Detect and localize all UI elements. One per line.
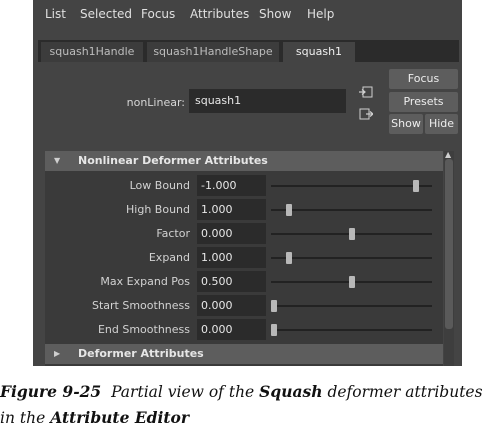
menu-focus[interactable]: Focus: [141, 7, 175, 21]
attr-label: End Smoothness: [97, 323, 190, 336]
attr-value-field[interactable]: 0.500: [197, 271, 266, 292]
attr-label: Low Bound: [129, 179, 190, 192]
tab-squash1[interactable]: squash1: [283, 42, 355, 62]
attr-row-end-smoothness: End Smoothness 0.000: [45, 319, 443, 341]
attr-slider[interactable]: [271, 329, 432, 331]
attr-value-field[interactable]: 1.000: [197, 199, 266, 220]
section-nonlinear-deformer-attributes[interactable]: ▼ Nonlinear Deformer Attributes: [45, 151, 443, 171]
figure-number: Figure 9-25: [0, 382, 102, 401]
attr-row-factor: Factor 0.000: [45, 223, 443, 245]
caption-text-1: Partial view of the: [111, 383, 260, 401]
slider-handle[interactable]: [412, 180, 419, 192]
menu-help[interactable]: Help: [307, 7, 334, 21]
collapse-arrow-icon: ▼: [54, 156, 61, 165]
slider-handle[interactable]: [285, 252, 292, 264]
attr-row-max-expand-pos: Max Expand Pos 0.500: [45, 271, 443, 293]
attr-label: Max Expand Pos: [100, 275, 190, 288]
tab-squash1handleshape[interactable]: squash1HandleShape: [147, 42, 279, 62]
figure-caption: Figure 9-25 Partial view of the Squash d…: [0, 379, 497, 431]
attr-slider[interactable]: [271, 209, 432, 211]
attribute-panel: ▼ Nonlinear Deformer Attributes Low Boun…: [45, 151, 443, 366]
show-button[interactable]: Show: [389, 114, 423, 134]
menu-selected[interactable]: Selected: [80, 7, 132, 21]
node-name-label: nonLinear:: [126, 96, 185, 109]
slider-handle[interactable]: [348, 276, 355, 288]
input-connection-icon[interactable]: [359, 83, 373, 98]
attr-row-expand: Expand 1.000: [45, 247, 443, 269]
menu-show[interactable]: Show: [259, 7, 291, 21]
attr-row-high-bound: High Bound 1.000: [45, 199, 443, 221]
attr-value-field[interactable]: 0.000: [197, 319, 266, 340]
presets-button[interactable]: Presets: [389, 92, 458, 112]
section-title: Nonlinear Deformer Attributes: [78, 154, 268, 167]
section-deformer-attributes[interactable]: ▶ Deformer Attributes: [45, 344, 443, 364]
node-name-field[interactable]: squash1: [189, 89, 346, 113]
caption-bold-attribute-editor: Attribute Editor: [50, 408, 190, 427]
menu-bar: List Selected Focus Attributes Show Help: [33, 0, 462, 30]
slider-handle[interactable]: [348, 228, 355, 240]
attr-value-field[interactable]: 0.000: [197, 295, 266, 316]
output-connection-icon[interactable]: [359, 105, 374, 120]
caption-bold-squash: Squash: [259, 382, 323, 401]
attr-value-field[interactable]: -1.000: [197, 175, 266, 196]
attribute-editor-window: List Selected Focus Attributes Show Help…: [33, 0, 462, 366]
menu-attributes[interactable]: Attributes: [190, 7, 249, 21]
node-tab-bar: squash1Handle squash1HandleShape squash1: [38, 40, 459, 62]
section-title: Deformer Attributes: [78, 347, 204, 360]
hide-button[interactable]: Hide: [425, 114, 458, 134]
attr-value-field[interactable]: 1.000: [197, 247, 266, 268]
slider-handle[interactable]: [271, 300, 278, 312]
attr-label: High Bound: [126, 203, 190, 216]
attr-slider[interactable]: [271, 185, 432, 187]
attr-slider[interactable]: [271, 305, 432, 307]
attr-row-start-smoothness: Start Smoothness 0.000: [45, 295, 443, 317]
scrollbar[interactable]: ▲: [444, 151, 454, 366]
menu-list[interactable]: List: [45, 7, 66, 21]
attr-value-field[interactable]: 0.000: [197, 223, 266, 244]
tab-squash1handle[interactable]: squash1Handle: [41, 42, 143, 62]
scroll-up-arrow-icon[interactable]: ▲: [445, 151, 451, 159]
expand-arrow-icon: ▶: [54, 349, 61, 358]
scroll-thumb[interactable]: [445, 159, 453, 329]
slider-handle[interactable]: [285, 204, 292, 216]
attr-slider[interactable]: [271, 257, 432, 259]
attr-label: Expand: [148, 251, 190, 264]
focus-button[interactable]: Focus: [389, 69, 458, 89]
attr-label: Factor: [156, 227, 190, 240]
attr-label: Start Smoothness: [91, 299, 190, 312]
attr-row-low-bound: Low Bound -1.000: [45, 175, 443, 197]
slider-handle[interactable]: [271, 324, 278, 336]
